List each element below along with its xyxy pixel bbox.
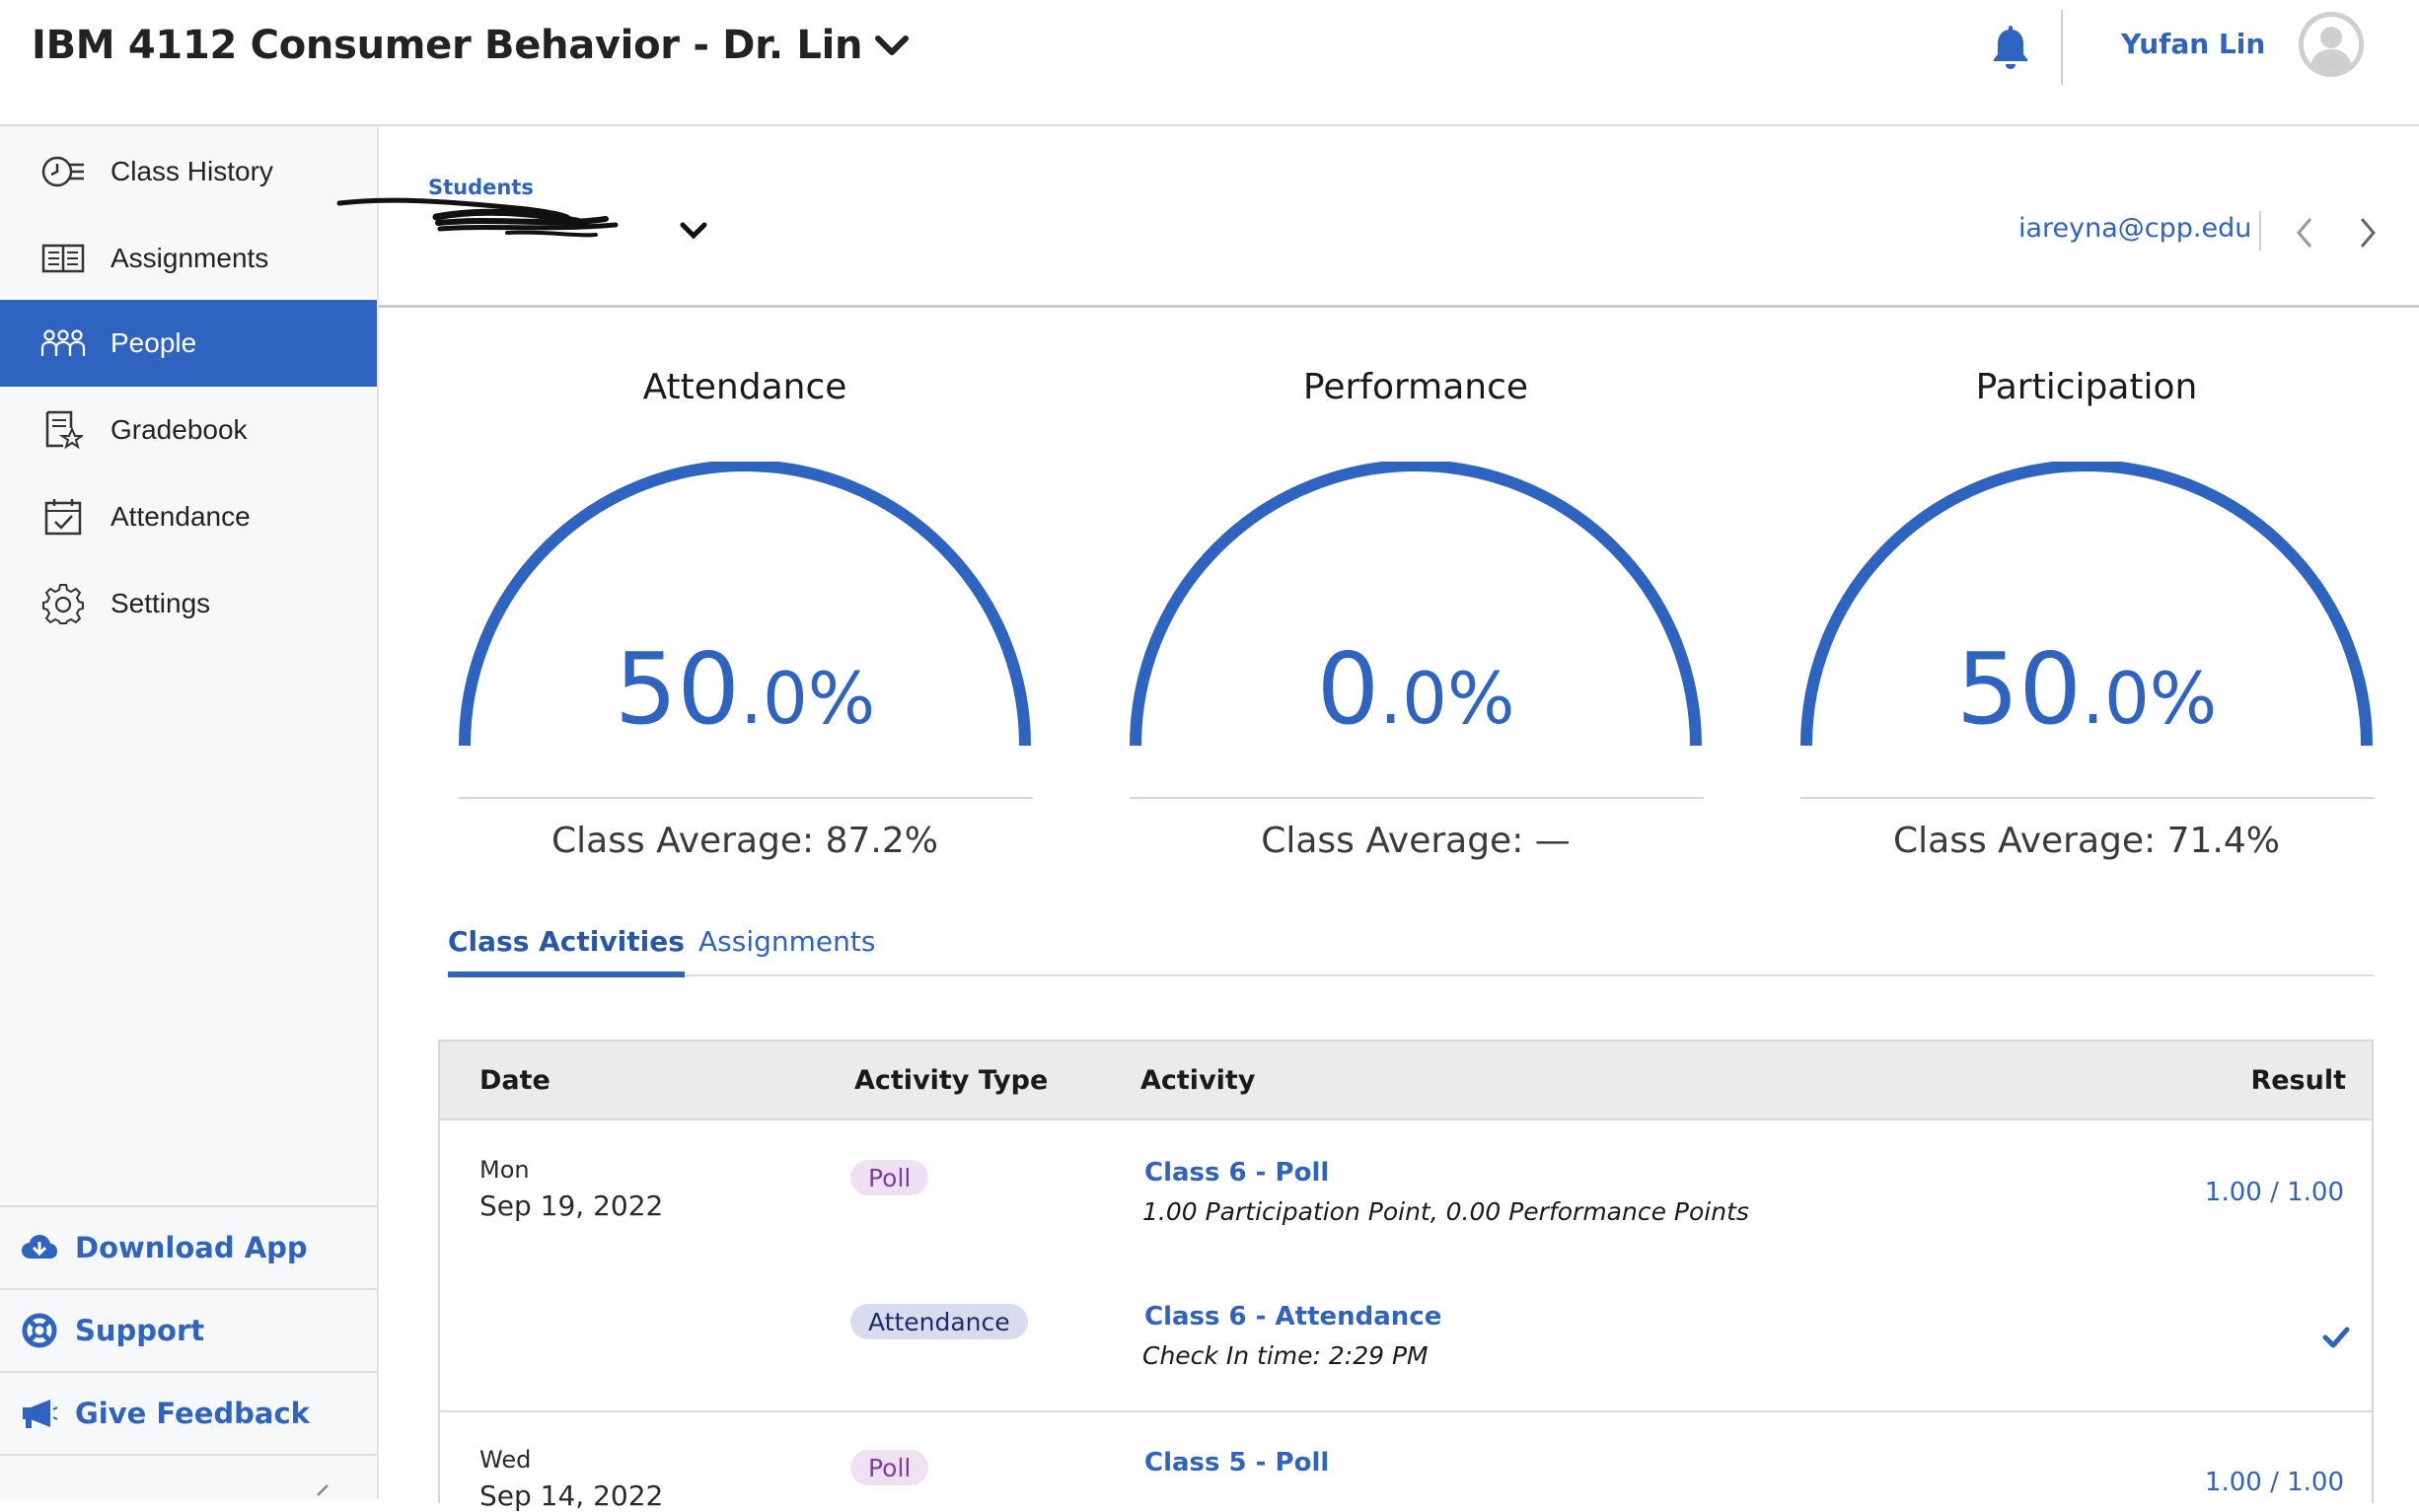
table-header: Date Activity Type Activity Result [440, 1042, 2372, 1120]
row-day: Mon [479, 1156, 530, 1184]
activity-title-link[interactable]: Class 6 - Poll [1144, 1158, 1329, 1188]
sidebar-item-attendance[interactable]: Attendance [0, 473, 377, 560]
gauge-value: 50.0% [1791, 631, 2382, 747]
download-app-link[interactable]: Download App [0, 1205, 377, 1288]
activities-table: Date Activity Type Activity Result Mon S… [438, 1040, 2374, 1512]
bell-icon[interactable] [1989, 22, 2032, 71]
collapse-sidebar-icon[interactable] [306, 1483, 335, 1499]
sidebar-item-class-history[interactable]: Class History [0, 128, 377, 215]
lifebuoy-icon [20, 1311, 59, 1350]
class-history-icon [39, 148, 87, 195]
activity-detail: 1.00 Participation Point, 0.00 Performan… [1142, 1197, 1749, 1226]
sidebar-item-gradebook[interactable]: Gradebook [0, 387, 377, 473]
gauge-value-decimal: .0% [740, 657, 876, 740]
column-header-date[interactable]: Date [479, 1065, 550, 1096]
chevron-down-icon [875, 36, 910, 55]
previous-student-icon[interactable] [2291, 213, 2320, 252]
class-average: Class Average: 87.2% [551, 821, 938, 861]
sidebar-item-label: Settings [110, 588, 211, 618]
sidebar-item-assignments[interactable]: Assignments [0, 215, 377, 302]
activity-result[interactable]: 1.00 / 1.00 [2205, 1468, 2344, 1497]
row-divider [440, 1410, 2372, 1412]
sidebar-item-settings[interactable]: Settings [0, 560, 377, 647]
megaphone-icon [20, 1394, 59, 1433]
column-header-result[interactable]: Result [2250, 1065, 2346, 1096]
gauge-divider [459, 797, 1033, 799]
user-name[interactable]: Yufan Lin [2121, 28, 2265, 60]
participation-gauge: Participation 50.0% Class Average: 71.4% [1791, 367, 2382, 880]
sidebar-item-people[interactable]: People [0, 300, 377, 387]
gauge-title: Performance [1302, 367, 1529, 407]
assignments-book-icon [39, 235, 87, 282]
user-avatar-icon[interactable] [2299, 12, 2364, 77]
gradebook-icon [39, 406, 87, 454]
gauge-value-decimal: .0% [2082, 657, 2218, 740]
download-app-label: Download App [75, 1231, 308, 1264]
activity-title-link[interactable]: Class 5 - Poll [1144, 1448, 1329, 1477]
sidebar-item-label: People [110, 327, 197, 358]
gauge-value-main: 50 [1955, 631, 2083, 747]
sidebar-item-label: Class History [110, 156, 273, 186]
gauge-value-main: 0 [1316, 631, 1380, 747]
activity-result[interactable]: 1.00 / 1.00 [2205, 1178, 2344, 1207]
gauge-value: 50.0% [449, 631, 1041, 747]
sidebar-item-label: Assignments [110, 243, 269, 273]
course-selector[interactable]: IBM 4112 Consumer Behavior - Dr. Lin [32, 20, 910, 71]
header-divider [2061, 10, 2063, 85]
sidebar: Class History Assignments People Gradebo… [0, 126, 379, 1499]
checkmark-icon [2322, 1327, 2350, 1348]
sidebar-item-label: Gradebook [110, 414, 248, 445]
gear-icon [39, 580, 87, 627]
calendar-check-icon [39, 493, 87, 540]
sidebar-divider [0, 1454, 377, 1456]
people-icon [39, 320, 87, 367]
activity-detail: Check In time: 2:29 PM [1142, 1341, 1429, 1370]
gauge-value-main: 50 [614, 631, 741, 747]
student-selector[interactable] [336, 197, 724, 258]
support-label: Support [75, 1314, 205, 1347]
column-header-activity-type[interactable]: Activity Type [854, 1065, 1048, 1096]
tab-class-activities[interactable]: Class Activities [448, 925, 685, 977]
sidebar-item-label: Attendance [110, 501, 251, 532]
cloud-download-icon [20, 1228, 59, 1267]
row-day: Wed [479, 1446, 532, 1474]
attendance-gauge: Attendance 50.0% Class Average: 87.2% [449, 367, 1041, 880]
activity-type-badge-attendance: Attendance [850, 1304, 1028, 1339]
gauge-divider [1130, 797, 1704, 799]
give-feedback-link[interactable]: Give Feedback [0, 1371, 377, 1454]
activity-type-badge-poll: Poll [850, 1450, 929, 1485]
class-average: Class Average: 71.4% [1893, 821, 2280, 861]
student-header: Students iareyna@cpp.edu [336, 126, 2419, 308]
course-title: IBM 4112 Consumer Behavior - Dr. Lin [32, 23, 863, 68]
redacted-student-name [336, 197, 619, 238]
activity-type-badge-poll: Poll [850, 1160, 929, 1195]
performance-gauge: Performance 0.0% Class Average: — [1120, 367, 1712, 880]
gauge-divider [1800, 797, 2375, 799]
next-student-icon[interactable] [2352, 213, 2382, 252]
activity-tabs: Class Activities Assignments [448, 917, 2374, 977]
activity-title-link[interactable]: Class 6 - Attendance [1144, 1302, 1441, 1332]
top-bar: IBM 4112 Consumer Behavior - Dr. Lin Yuf… [0, 0, 2419, 126]
chevron-down-icon [680, 222, 707, 240]
student-email[interactable]: iareyna@cpp.edu [2018, 213, 2251, 244]
column-header-activity[interactable]: Activity [1140, 1065, 1255, 1096]
support-link[interactable]: Support [0, 1288, 377, 1371]
give-feedback-label: Give Feedback [75, 1397, 310, 1430]
gauge-value: 0.0% [1120, 631, 1712, 747]
class-average: Class Average: — [1261, 821, 1571, 861]
gauge-title: Participation [1975, 367, 2198, 407]
gauge-value-decimal: .0% [1379, 657, 1515, 740]
gauge-title: Attendance [642, 367, 847, 407]
tab-assignments[interactable]: Assignments [698, 925, 875, 972]
row-date: Sep 14, 2022 [479, 1479, 664, 1512]
email-divider [2259, 211, 2261, 251]
row-date: Sep 19, 2022 [479, 1189, 664, 1222]
